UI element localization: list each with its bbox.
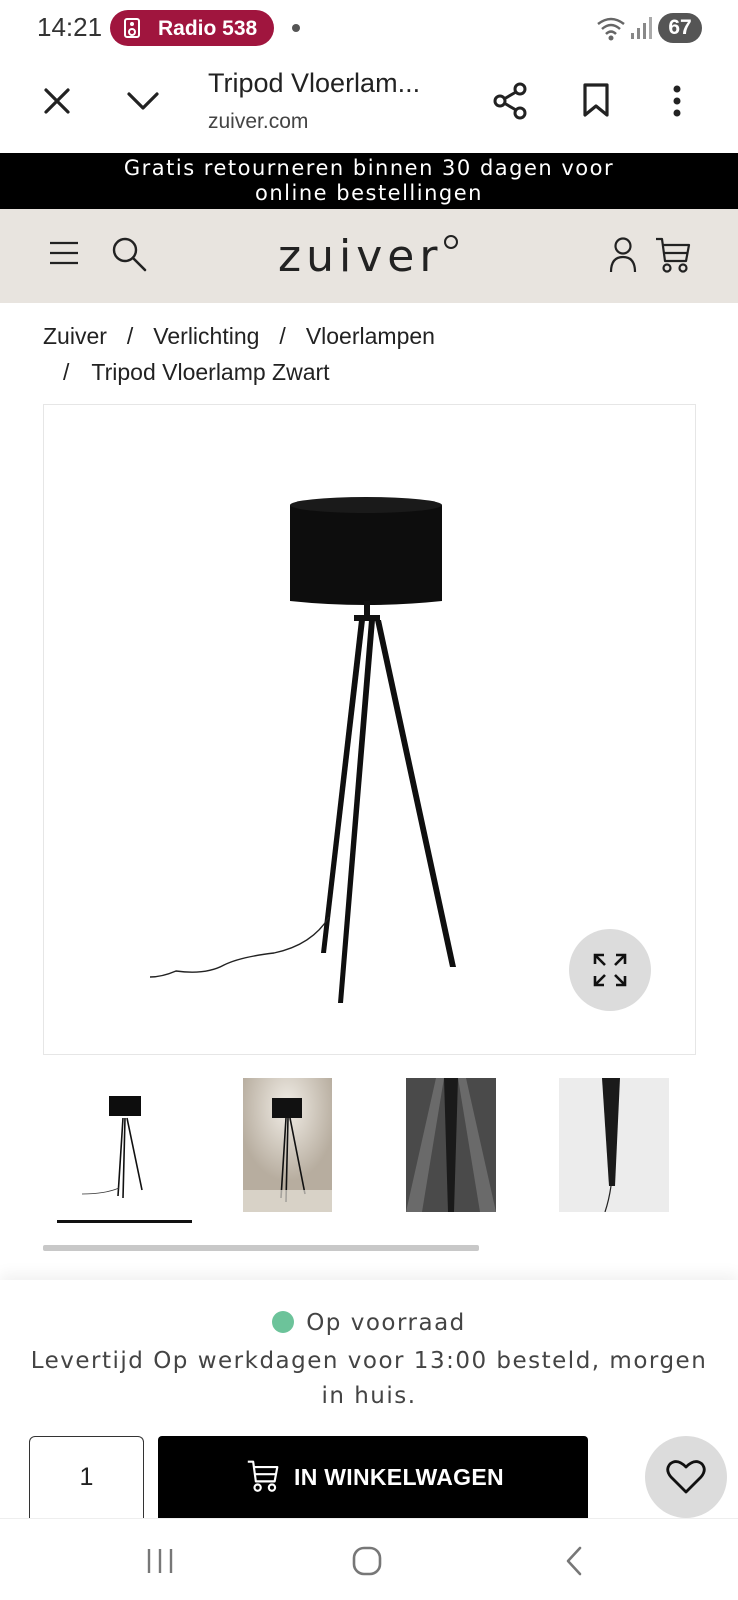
- logo-mark: [444, 235, 458, 249]
- breadcrumb-item-verlichting[interactable]: Verlichting: [153, 323, 259, 349]
- site-header: zuiver: [0, 209, 738, 303]
- add-to-cart-label: IN WINKELWAGEN: [294, 1464, 504, 1490]
- announcement-line-2: online bestellingen: [255, 181, 483, 205]
- thumbnail-3[interactable]: [406, 1078, 496, 1212]
- recent-apps-icon[interactable]: [146, 1547, 174, 1575]
- heart-icon: [666, 1460, 706, 1494]
- share-icon[interactable]: [492, 82, 528, 120]
- thumbnail-leg-image: [559, 1078, 669, 1213]
- breadcrumb-item-current: Tripod Vloerlamp Zwart: [91, 359, 330, 385]
- home-icon[interactable]: [351, 1545, 383, 1577]
- thumbnail-detail-image: [406, 1078, 496, 1212]
- thumbnail-2[interactable]: [243, 1078, 332, 1212]
- expand-icon: [593, 953, 627, 987]
- search-icon[interactable]: [110, 235, 148, 273]
- cart-icon: [247, 1460, 279, 1492]
- add-to-cart-button[interactable]: IN WINKELWAGEN: [158, 1436, 588, 1518]
- close-icon[interactable]: [42, 86, 72, 116]
- thumbnail-scrollbar[interactable]: [43, 1245, 479, 1251]
- announcement-line-1: Gratis retourneren binnen 30 dagen voor: [123, 156, 615, 180]
- stock-status: Op voorraad: [0, 1310, 738, 1336]
- signal-icon: [631, 17, 652, 39]
- thumbnail-active-indicator: [57, 1220, 192, 1223]
- menu-icon[interactable]: [48, 240, 80, 266]
- site-logo[interactable]: zuiver: [278, 231, 442, 282]
- breadcrumb: Zuiver / Verlichting / Vloerlampen / Tripod V…: [43, 318, 693, 385]
- product-main-image[interactable]: [43, 404, 696, 1055]
- notification-dot-icon: [292, 24, 300, 32]
- breadcrumb-separator: /: [126, 323, 134, 349]
- page-url[interactable]: zuiver.com: [208, 110, 308, 134]
- breadcrumb-separator: /: [279, 323, 286, 349]
- page-title: Tripod Vloerlam...: [208, 68, 421, 98]
- wishlist-button[interactable]: [645, 1436, 727, 1518]
- back-icon[interactable]: [564, 1545, 584, 1577]
- status-bar: 14:21 Radio 538 67: [0, 0, 738, 58]
- media-notification-label: Radio 538: [158, 17, 258, 40]
- browser-toolbar: Tripod Vloerlam... zuiver.com: [0, 58, 738, 153]
- breadcrumb-separator: /: [63, 359, 70, 385]
- status-time: 14:21: [37, 12, 103, 42]
- breadcrumb-item-vloerlampen[interactable]: Vloerlampen: [306, 323, 435, 349]
- chevron-down-icon[interactable]: [126, 90, 160, 112]
- radio-icon: [124, 18, 140, 38]
- cart-icon[interactable]: [654, 235, 692, 275]
- more-vert-icon[interactable]: [672, 84, 682, 118]
- purchase-panel: Op voorraad Levertijd Op werkdagen voor …: [0, 1280, 738, 1518]
- thumbnail-lamp-lit-image: [243, 1078, 332, 1212]
- announcement-bar: Gratis retourneren binnen 30 dagen voor …: [0, 153, 738, 209]
- battery-indicator: 67: [658, 13, 702, 43]
- in-stock-dot-icon: [272, 1311, 295, 1333]
- thumbnail-4[interactable]: [559, 1078, 669, 1213]
- thumbnail-lamp-image: [81, 1096, 143, 1199]
- quantity-input[interactable]: 1: [29, 1436, 144, 1518]
- stock-status-label: Op voorraad: [306, 1310, 466, 1336]
- account-icon[interactable]: [608, 236, 638, 274]
- delivery-info: Levertijd Op werkdagen voor 13:00 bestel…: [30, 1348, 708, 1409]
- media-notification-pill[interactable]: Radio 538: [110, 10, 274, 46]
- system-navigation-bar: [0, 1518, 738, 1600]
- breadcrumb-item-zuiver[interactable]: Zuiver: [43, 323, 107, 349]
- thumbnail-1[interactable]: [60, 1078, 190, 1212]
- bookmark-icon[interactable]: [582, 82, 610, 118]
- wifi-icon: [597, 17, 625, 41]
- fullscreen-button[interactable]: [569, 929, 651, 1011]
